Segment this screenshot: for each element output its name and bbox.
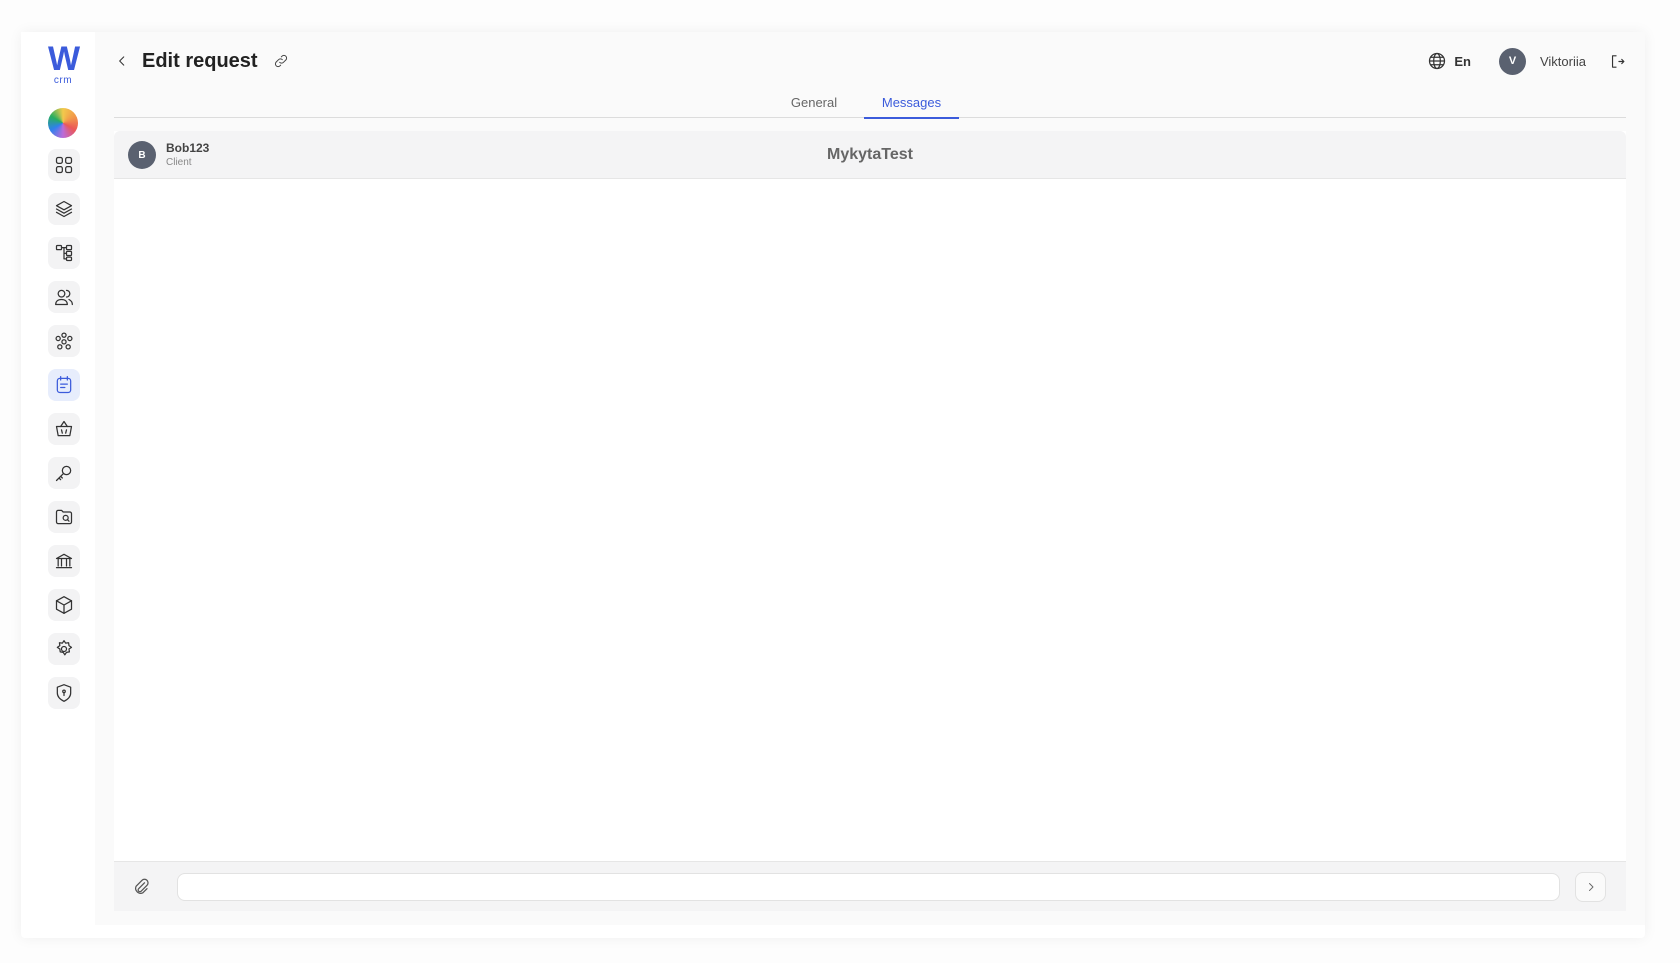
- page-title: Edit request: [142, 49, 258, 72]
- back-arrow-icon[interactable]: [114, 53, 130, 69]
- logout-icon[interactable]: [1608, 52, 1626, 70]
- client-avatar: B: [128, 141, 156, 169]
- client-name: Bob123: [166, 141, 210, 155]
- sidebar-item-bank[interactable]: [48, 545, 80, 577]
- sidebar-item-hierarchy[interactable]: [48, 237, 80, 269]
- sidebar-item-settings[interactable]: [48, 633, 80, 665]
- theme-palette-icon[interactable]: [48, 108, 78, 138]
- sidebar-item-basket[interactable]: [48, 413, 80, 445]
- network-icon: [55, 332, 73, 350]
- tab-general[interactable]: General: [774, 87, 854, 118]
- tab-messages[interactable]: Messages: [864, 87, 959, 119]
- dashboard-grid-icon: [55, 156, 73, 174]
- users-icon: [55, 289, 73, 306]
- logo-subtitle: crm: [53, 75, 73, 86]
- attach-icon[interactable]: [131, 876, 153, 898]
- folder-search-icon: [55, 509, 73, 525]
- key-icon: [55, 465, 72, 482]
- settings-icon: [56, 640, 73, 656]
- hierarchy-icon: [55, 244, 73, 262]
- bank-icon: [55, 553, 73, 569]
- chat-title: MykytaTest: [827, 146, 913, 163]
- language-selector[interactable]: En: [1427, 51, 1471, 71]
- main-content: Edit request En V Viktoriia General Mess…: [95, 32, 1645, 925]
- box-icon: [55, 596, 73, 614]
- chevron-right-icon: [1588, 883, 1593, 891]
- tab-bar: General Messages: [114, 87, 1626, 119]
- top-bar: Edit request En V Viktoriia: [114, 42, 1626, 80]
- user-avatar[interactable]: V: [1498, 47, 1526, 75]
- top-bar-right: En V Viktoriia: [1427, 42, 1626, 80]
- sidebar-item-layers[interactable]: [48, 193, 80, 225]
- sidebar-item-products[interactable]: [48, 589, 80, 621]
- client-role: Client: [166, 157, 192, 168]
- language-label: En: [1454, 53, 1471, 69]
- sidebar-item-folder-search[interactable]: [48, 501, 80, 533]
- sidebar-item-security[interactable]: [48, 677, 80, 709]
- globe-icon: [1429, 52, 1446, 70]
- copy-link-icon[interactable]: [272, 52, 290, 70]
- logo-letter: W: [47, 40, 80, 78]
- sidebar-item-keys[interactable]: [48, 457, 80, 489]
- send-button[interactable]: [1575, 872, 1606, 902]
- sidebar-item-dashboard[interactable]: [48, 149, 80, 181]
- user-name[interactable]: Viktoriia: [1540, 54, 1586, 69]
- sidebar: W crm: [21, 32, 95, 925]
- layers-icon: [55, 200, 73, 218]
- message-list[interactable]: [114, 179, 1626, 861]
- shield-icon: [56, 684, 72, 702]
- app-logo[interactable]: W crm: [45, 40, 81, 86]
- sidebar-item-users[interactable]: [48, 281, 80, 313]
- sidebar-item-network[interactable]: [48, 325, 80, 357]
- basket-icon: [55, 420, 73, 437]
- chat-panel: MykytaTest B Bob123 Client: [114, 131, 1626, 911]
- chat-header: MykytaTest B Bob123 Client: [114, 131, 1626, 179]
- message-input[interactable]: [177, 873, 1560, 901]
- message-composer: [114, 861, 1626, 911]
- sidebar-item-requests[interactable]: [48, 369, 80, 401]
- requests-icon: [56, 376, 72, 394]
